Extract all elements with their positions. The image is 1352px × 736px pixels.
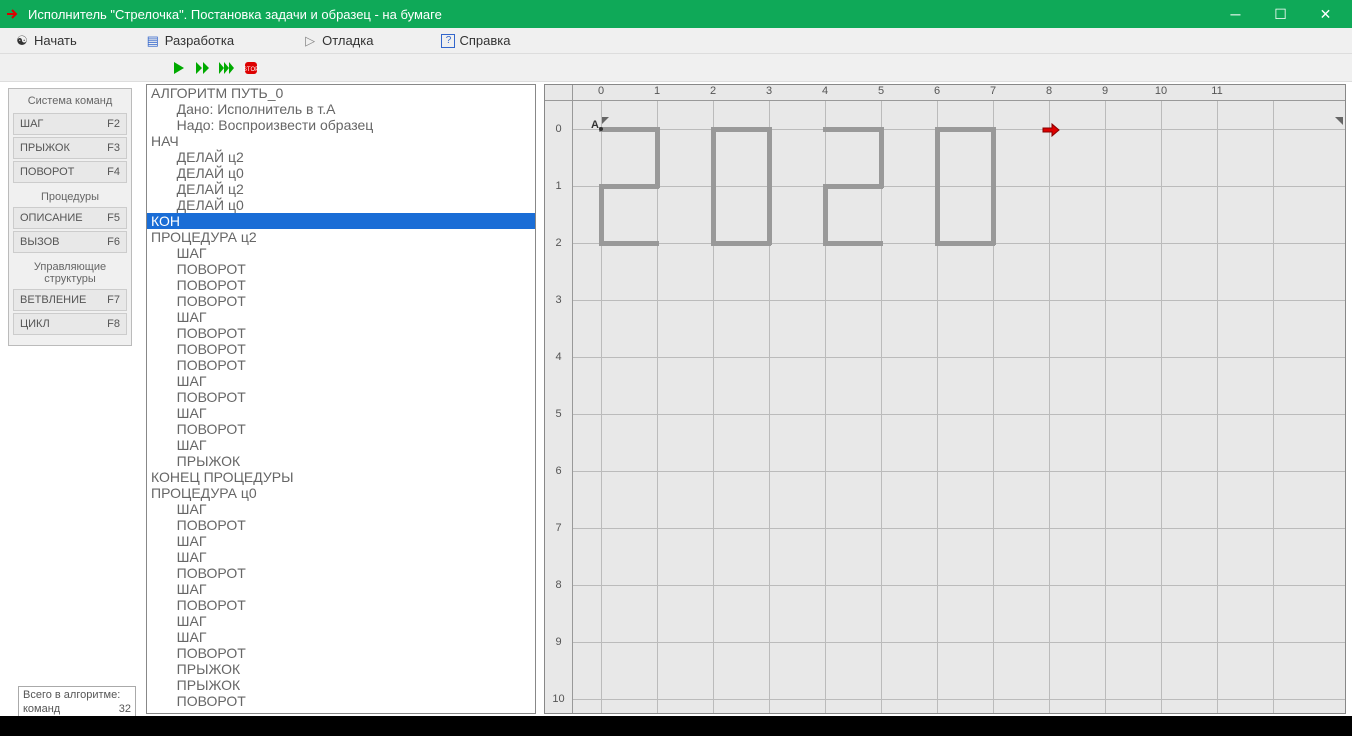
code-line-4[interactable]: ДЕЛАЙ ц2: [147, 149, 535, 165]
status-box: Всего в алгоритме: команд 32: [18, 686, 136, 718]
code-line-30[interactable]: ПОВОРОТ: [147, 565, 535, 581]
code-line-32[interactable]: ПОВОРОТ: [147, 597, 535, 613]
code-line-3[interactable]: НАЧ: [147, 133, 535, 149]
code-line-31[interactable]: ШАГ: [147, 581, 535, 597]
cmd-btn-2[interactable]: ПОВОРОТF4: [13, 161, 127, 183]
code-line-25[interactable]: ПРОЦЕДУРА ц0: [147, 485, 535, 501]
status-label: команд: [23, 703, 60, 715]
command-sidebar: Система команд ШАГF2ПРЫЖОКF3ПОВОРОТF4 Пр…: [0, 82, 140, 716]
cmd-btn-1[interactable]: ПРЫЖОКF3: [13, 137, 127, 159]
menu-help-label: Справка: [459, 33, 510, 48]
code-line-21[interactable]: ПОВОРОТ: [147, 421, 535, 437]
proc-btn-1[interactable]: ВЫЗОВF6: [13, 231, 127, 253]
code-line-23[interactable]: ПРЫЖОК: [147, 453, 535, 469]
window-title: Исполнитель "Стрелочка". Постановка зада…: [28, 7, 1213, 22]
grid-canvas: А: [573, 101, 1345, 713]
code-line-6[interactable]: ДЕЛАЙ ц2: [147, 181, 535, 197]
code-line-37[interactable]: ПРЫЖОК: [147, 677, 535, 693]
drawing-grid[interactable]: 01234567891011 012345678910 А: [544, 84, 1346, 714]
code-line-33[interactable]: ШАГ: [147, 613, 535, 629]
svg-text:STOP: STOP: [243, 67, 259, 73]
code-line-34[interactable]: ШАГ: [147, 629, 535, 645]
code-line-12[interactable]: ПОВОРОТ: [147, 277, 535, 293]
code-line-5[interactable]: ДЕЛАЙ ц0: [147, 165, 535, 181]
code-line-16[interactable]: ПОВОРОТ: [147, 341, 535, 357]
code-line-36[interactable]: ПРЫЖОК: [147, 661, 535, 677]
grid-panel: 01234567891011 012345678910 А: [542, 82, 1352, 716]
yin-yang-icon: ☯: [14, 33, 30, 49]
code-line-7[interactable]: ДЕЛАЙ ц0: [147, 197, 535, 213]
turtle-arrow-icon: [1041, 123, 1061, 140]
cmd-btn-0[interactable]: ШАГF2: [13, 113, 127, 135]
help-icon: ?: [441, 34, 455, 48]
menu-bar: ☯ Начать ▤ Разработка ▷ Отладка ? Справк…: [0, 28, 1352, 54]
menu-start[interactable]: ☯ Начать: [4, 28, 87, 53]
code-line-13[interactable]: ПОВОРОТ: [147, 293, 535, 309]
code-panel: АЛГОРИТМ ПУТЬ_0 Дано: Исполнитель в т.А …: [146, 84, 536, 714]
maximize-button[interactable]: ☐: [1258, 0, 1303, 28]
code-line-8[interactable]: КОН: [147, 213, 535, 229]
struct-btn-0[interactable]: ВЕТВЛЕНИЕF7: [13, 289, 127, 311]
title-bar: Исполнитель "Стрелочка". Постановка зада…: [0, 0, 1352, 28]
code-line-18[interactable]: ШАГ: [147, 373, 535, 389]
code-line-17[interactable]: ПОВОРОТ: [147, 357, 535, 373]
code-line-1[interactable]: Дано: Исполнитель в т.А: [147, 101, 535, 117]
struct-btn-1[interactable]: ЦИКЛF8: [13, 313, 127, 335]
system-commands-title: Система команд: [11, 93, 129, 111]
code-line-20[interactable]: ШАГ: [147, 405, 535, 421]
ruler-horizontal: 01234567891011: [573, 85, 1345, 101]
app-icon: [4, 5, 22, 23]
code-editor[interactable]: АЛГОРИТМ ПУТЬ_0 Дано: Исполнитель в т.А …: [146, 84, 536, 714]
code-line-15[interactable]: ПОВОРОТ: [147, 325, 535, 341]
code-line-19[interactable]: ПОВОРОТ: [147, 389, 535, 405]
start-point-label: А: [591, 119, 599, 131]
procedures-title: Процедуры: [11, 185, 129, 205]
code-line-38[interactable]: ПОВОРОТ: [147, 693, 535, 709]
menu-dev[interactable]: ▤ Разработка: [135, 28, 244, 53]
menu-help[interactable]: ? Справка: [431, 28, 520, 53]
code-line-27[interactable]: ПОВОРОТ: [147, 517, 535, 533]
close-button[interactable]: ✕: [1303, 0, 1348, 28]
status-strip: [0, 716, 1352, 736]
minimize-button[interactable]: ─: [1213, 0, 1258, 28]
stop-icon[interactable]: STOP: [242, 59, 260, 77]
code-line-24[interactable]: КОНЕЦ ПРОЦЕДУРЫ: [147, 469, 535, 485]
code-line-9[interactable]: ПРОЦЕДУРА ц2: [147, 229, 535, 245]
code-line-28[interactable]: ШАГ: [147, 533, 535, 549]
play-outline-icon: ▷: [302, 33, 318, 49]
menu-debug[interactable]: ▷ Отладка: [292, 28, 383, 53]
structures-title: Управляющие структуры: [11, 255, 129, 287]
code-line-26[interactable]: ШАГ: [147, 501, 535, 517]
menu-debug-label: Отладка: [322, 33, 373, 48]
menu-start-label: Начать: [34, 33, 77, 48]
code-line-0[interactable]: АЛГОРИТМ ПУТЬ_0: [147, 85, 535, 101]
skip-icon[interactable]: [218, 59, 236, 77]
origin-marker-tl: [601, 117, 609, 125]
code-line-2[interactable]: Надо: Воспроизвести образец: [147, 117, 535, 133]
code-line-11[interactable]: ПОВОРОТ: [147, 261, 535, 277]
code-line-14[interactable]: ШАГ: [147, 309, 535, 325]
origin-marker-tr: [1335, 117, 1343, 125]
menu-dev-label: Разработка: [165, 33, 234, 48]
status-count: 32: [119, 703, 131, 715]
code-line-10[interactable]: ШАГ: [147, 245, 535, 261]
fast-forward-icon[interactable]: [194, 59, 212, 77]
code-line-22[interactable]: ШАГ: [147, 437, 535, 453]
ruler-corner: [545, 85, 573, 101]
code-line-35[interactable]: ПОВОРОТ: [147, 645, 535, 661]
proc-btn-0[interactable]: ОПИСАНИЕF5: [13, 207, 127, 229]
code-line-29[interactable]: ШАГ: [147, 549, 535, 565]
ruler-vertical: 012345678910: [545, 101, 573, 713]
play-icon[interactable]: [170, 59, 188, 77]
run-toolbar: STOP: [0, 54, 1352, 82]
status-title: Всего в алгоритме:: [23, 689, 131, 701]
document-icon: ▤: [145, 33, 161, 49]
